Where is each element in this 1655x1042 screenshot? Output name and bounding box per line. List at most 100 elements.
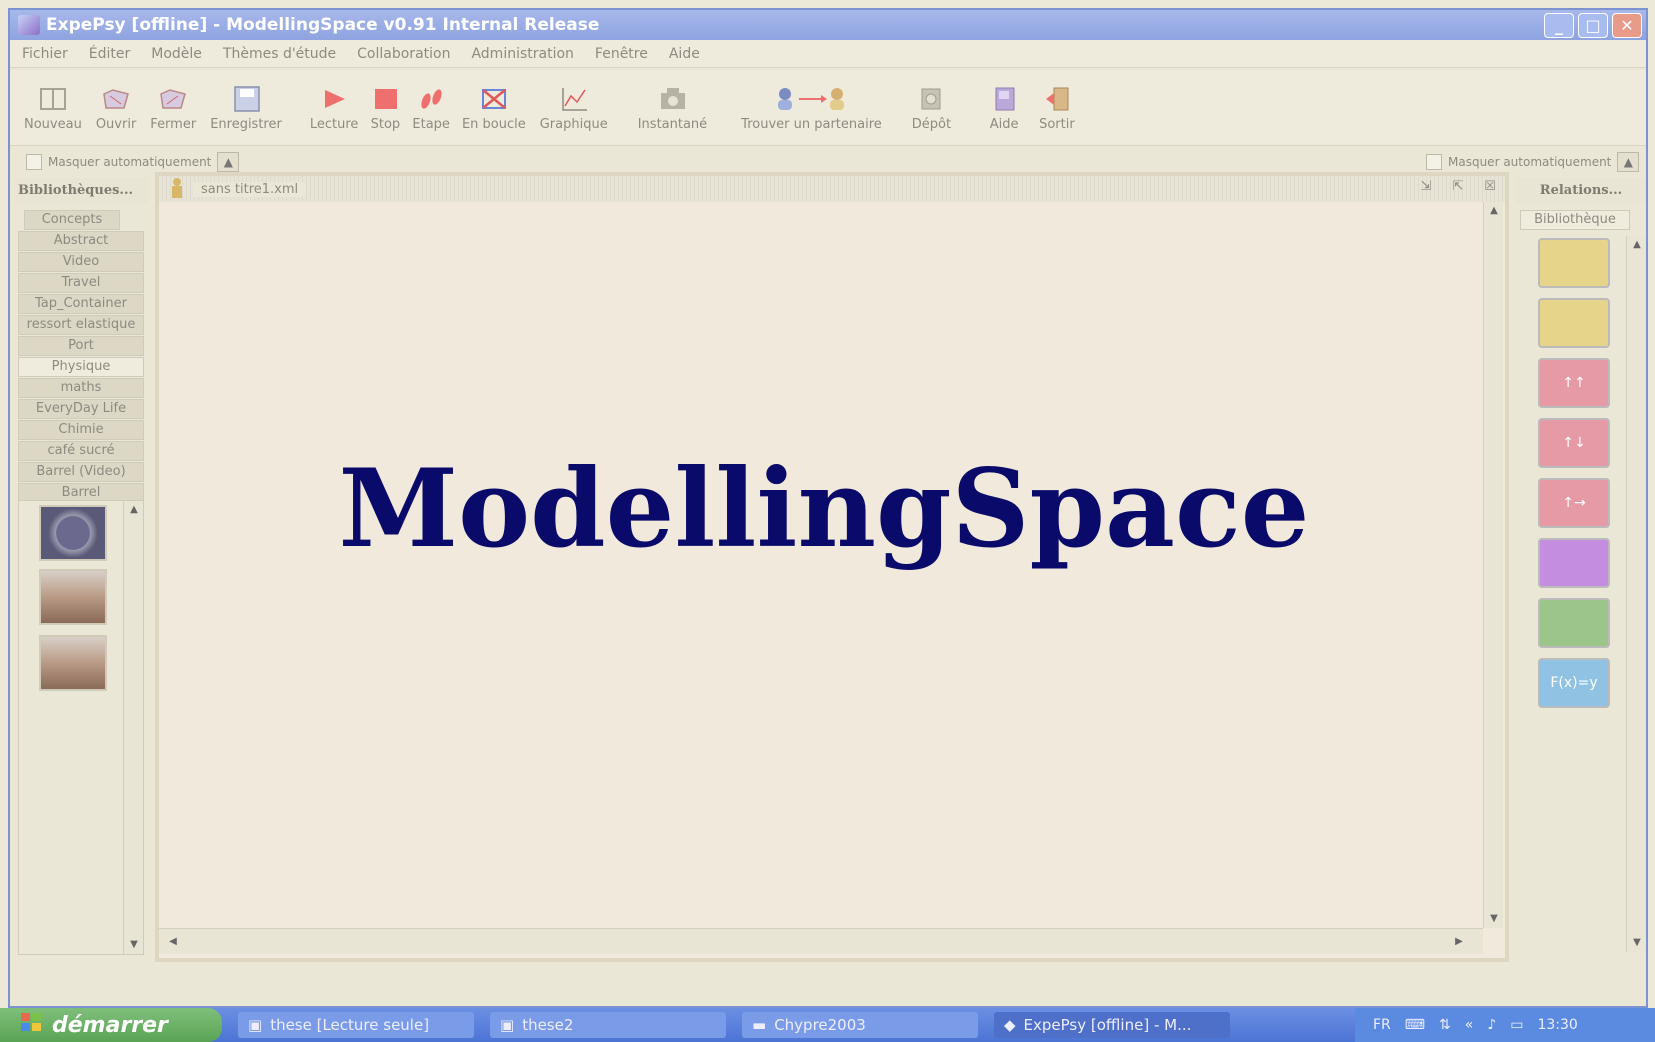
play-icon <box>317 84 351 114</box>
app-icon: ◆ <box>1004 1016 1016 1034</box>
taskbar-item-these-label: these [Lecture seule] <box>270 1016 430 1034</box>
library-tab-travel[interactable]: Travel <box>18 273 144 293</box>
aide-button[interactable]: Aide <box>987 84 1021 132</box>
relation-button-1[interactable] <box>1538 298 1610 348</box>
menu-editer[interactable]: Éditer <box>89 46 130 62</box>
relations-title: Relations... <box>1516 178 1646 204</box>
relations-scrollbar[interactable]: ▲ ▼ <box>1626 236 1646 952</box>
relation-button-6[interactable] <box>1538 598 1610 648</box>
autohide-right-checkbox[interactable] <box>1426 154 1442 170</box>
main-toolbar: Nouveau Ouvrir Fermer Enregistrer Lectur… <box>10 70 1646 146</box>
relation-button-3[interactable]: ↑↓ <box>1538 418 1610 468</box>
presentation-icon: ▣ <box>248 1016 263 1034</box>
library-tab-concepts[interactable]: Concepts <box>24 210 120 230</box>
ouvrir-button[interactable]: Ouvrir <box>96 84 136 132</box>
network-icon[interactable]: ⇅ <box>1439 1017 1451 1033</box>
taskbar-item-expepsy[interactable]: ◆ ExpePsy [offline] - M... <box>994 1012 1230 1038</box>
relation-button-2[interactable]: ↑↑ <box>1538 358 1610 408</box>
menu-modele[interactable]: Modèle <box>151 46 202 62</box>
language-indicator[interactable]: FR <box>1373 1017 1391 1033</box>
stop-button[interactable]: Stop <box>368 84 402 132</box>
close-folder-icon <box>156 84 190 114</box>
presentation-icon: ▣ <box>500 1016 515 1034</box>
speaker-icon[interactable]: ♪ <box>1487 1017 1496 1033</box>
menu-collaboration[interactable]: Collaboration <box>357 46 450 62</box>
workspace-scroll-up-icon[interactable]: ▲ <box>1484 202 1504 220</box>
scroll-up-icon[interactable]: ▲ <box>124 501 144 519</box>
function-icon: F(x)=y <box>1550 675 1598 691</box>
clock: 13:30 <box>1537 1017 1578 1033</box>
lecture-button[interactable]: Lecture <box>310 84 358 132</box>
etape-label: Etape <box>412 117 450 132</box>
taskbar-item-these2[interactable]: ▣ these2 <box>490 1012 726 1038</box>
expand-tray-icon[interactable]: « <box>1465 1017 1474 1033</box>
sortir-label: Sortir <box>1039 117 1075 132</box>
stop-icon <box>368 84 402 114</box>
menu-administration[interactable]: Administration <box>471 46 573 62</box>
close-button[interactable]: ✕ <box>1612 13 1642 38</box>
nouveau-button[interactable]: Nouveau <box>24 84 82 132</box>
library-item-landscape-car[interactable] <box>39 635 107 691</box>
workspace-scroll-down-icon[interactable]: ▼ <box>1484 910 1504 928</box>
sortir-button[interactable]: Sortir <box>1039 84 1075 132</box>
instantane-button[interactable]: Instantané <box>638 84 707 132</box>
library-tab-physique[interactable]: Physique <box>18 357 144 377</box>
collapse-left-button[interactable]: ▲ <box>217 152 240 172</box>
relation-button-4[interactable]: ↑→ <box>1538 478 1610 528</box>
title-bar[interactable]: ExpePsy [offline] - ModellingSpace v0.91… <box>10 10 1646 40</box>
library-tab-maths[interactable]: maths <box>18 378 144 398</box>
library-tabs: Concepts Abstract Video Travel Tap_Conta… <box>14 210 148 503</box>
relation-button-5[interactable] <box>1538 538 1610 588</box>
up-down-arrows-icon: ↑↓ <box>1562 435 1586 451</box>
scroll-down-icon[interactable]: ▼ <box>124 936 144 954</box>
close-doc-icon[interactable]: ☒ <box>1479 179 1501 199</box>
library-tab-abstract[interactable]: Abstract <box>18 231 144 251</box>
maximize-doc-icon[interactable]: ⇱ <box>1447 179 1469 199</box>
workspace-scroll-left-icon[interactable]: ◀ <box>163 933 183 951</box>
library-tab-ressort-elastique[interactable]: ressort elastique <box>18 315 144 335</box>
en-boucle-button[interactable]: En boucle <box>462 84 526 132</box>
library-tab-everyday-life[interactable]: EveryDay Life <box>18 399 144 419</box>
fermer-label: Fermer <box>150 117 197 132</box>
autohide-left-checkbox[interactable] <box>26 154 42 170</box>
trouver-partenaire-button[interactable]: Trouver un partenaire <box>741 84 882 132</box>
maximize-button[interactable]: □ <box>1578 13 1608 38</box>
relation-button-0[interactable] <box>1538 238 1610 288</box>
menu-aide[interactable]: Aide <box>669 46 700 62</box>
graphique-button[interactable]: Graphique <box>540 84 608 132</box>
library-tab-tap-container[interactable]: Tap_Container <box>18 294 144 314</box>
menu-fichier[interactable]: Fichier <box>22 46 68 62</box>
library-tab-cafe-sucre[interactable]: café sucré <box>18 441 144 461</box>
restore-icon[interactable]: ⇲ <box>1415 179 1437 199</box>
depot-button[interactable]: Dépôt <box>912 84 951 132</box>
library-tab-video[interactable]: Video <box>18 252 144 272</box>
relations-scroll-up-icon[interactable]: ▲ <box>1627 236 1647 254</box>
library-tab-barrel-video[interactable]: Barrel (Video) <box>18 462 144 482</box>
model-workspace[interactable]: sans titre1.xml ⇲ ⇱ ☒ ModellingSpace ▲ ▼… <box>155 172 1509 962</box>
library-item-landscape[interactable] <box>39 569 107 625</box>
etape-button[interactable]: Etape <box>412 84 450 132</box>
minimize-button[interactable]: _ <box>1544 13 1574 38</box>
library-tab-port[interactable]: Port <box>18 336 144 356</box>
taskbar-item-chypre[interactable]: ▬ Chypre2003 <box>742 1012 978 1038</box>
relations-tab-bibliotheque[interactable]: Bibliothèque <box>1520 210 1630 230</box>
workspace-vscroll[interactable]: ▲ ▼ <box>1483 202 1503 928</box>
enregistrer-button[interactable]: Enregistrer <box>210 84 282 132</box>
keyboard-icon[interactable]: ⌨ <box>1405 1017 1425 1033</box>
relation-button-7[interactable]: F(x)=y <box>1538 658 1610 708</box>
library-scrollbar[interactable]: ▲ ▼ <box>123 501 143 954</box>
start-button[interactable]: démarrer <box>0 1008 222 1042</box>
menu-themes[interactable]: Thèmes d'étude <box>223 46 336 62</box>
taskbar-item-these[interactable]: ▣ these [Lecture seule] <box>238 1012 474 1038</box>
relations-scroll-down-icon[interactable]: ▼ <box>1627 934 1647 952</box>
fermer-button[interactable]: Fermer <box>150 84 196 132</box>
menu-fenetre[interactable]: Fenêtre <box>595 46 648 62</box>
system-tray: FR ⌨ ⇅ « ♪ ▭ 13:30 <box>1355 1008 1655 1042</box>
workspace-scroll-right-icon[interactable]: ▶ <box>1449 933 1469 951</box>
ouvrir-label: Ouvrir <box>95 117 137 132</box>
monitor-icon[interactable]: ▭ <box>1510 1017 1523 1033</box>
library-tab-chimie[interactable]: Chimie <box>18 420 144 440</box>
workspace-hscroll[interactable]: ◀ ▶ <box>159 928 1483 954</box>
collapse-right-button[interactable]: ▲ <box>1617 152 1640 172</box>
library-item-clock[interactable] <box>39 505 107 561</box>
